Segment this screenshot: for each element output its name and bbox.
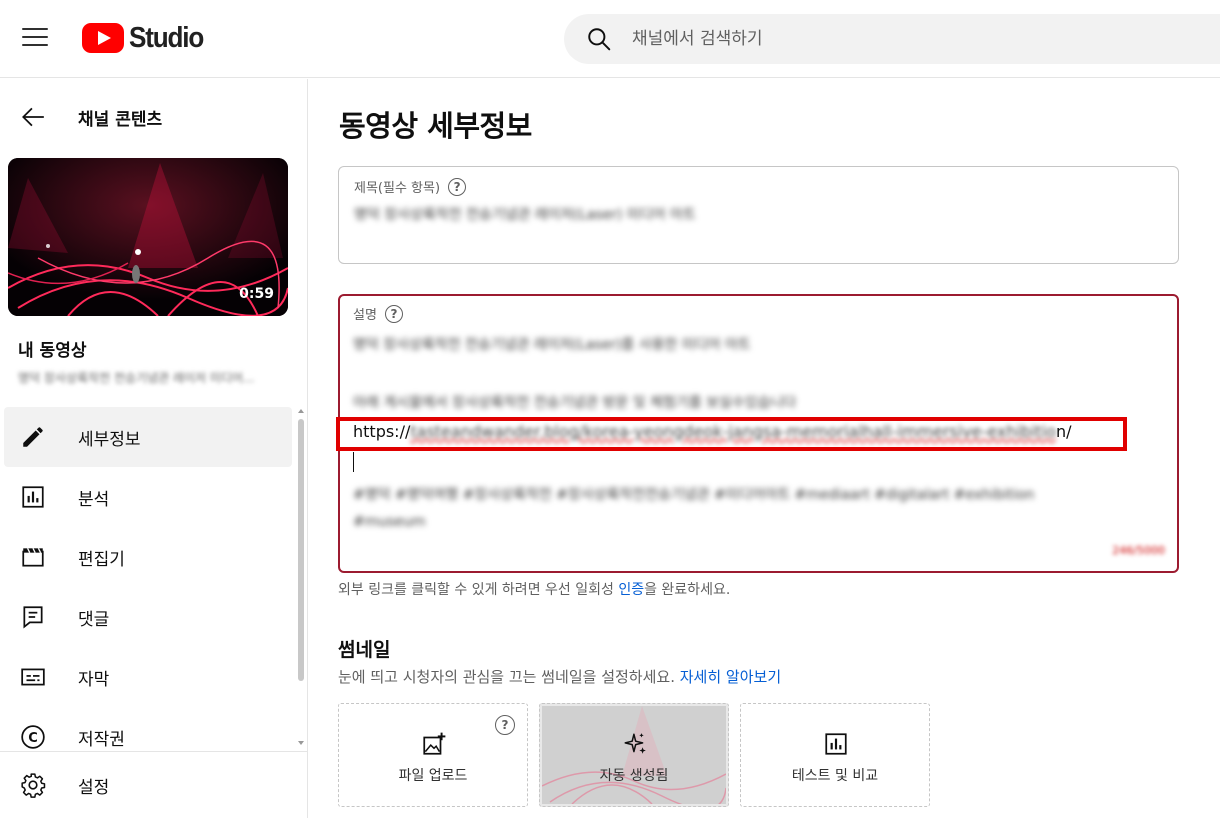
pencil-icon [20, 424, 46, 450]
description-line: 명덕 장사상륙작전 전승기념관 레이저(Laser)를 사용한 미디어 아트 [353, 337, 751, 353]
video-title-preview: 명덕 장사상륙작전 전승기념관 레이저 미디어... [18, 371, 255, 385]
description-hashtags: #명덕 #명덕여행 #장사상륙작전 #장사상륙작전전승기념관 #미디어아트 #m… [353, 487, 1035, 503]
comment-icon [20, 604, 46, 630]
scroll-up-icon[interactable] [298, 409, 304, 413]
sidebar-item-label: 세부정보 [78, 429, 141, 450]
sidebar-item-label: 자막 [78, 669, 110, 690]
sidebar-scrollbar[interactable] [297, 407, 305, 749]
back-to-channel-content[interactable]: 채널 콘텐츠 [0, 97, 300, 137]
scroll-down-icon[interactable] [298, 741, 304, 745]
learn-more-link[interactable]: 자세히 알아보기 [680, 668, 781, 686]
copyright-icon: C [20, 724, 46, 750]
sidebar-item-subtitles[interactable]: 자막 [0, 647, 296, 707]
sidebar-item-details[interactable]: 세부정보 [4, 407, 292, 467]
sidebar-item-label: 분석 [78, 489, 110, 510]
tile-label: 테스트 및 비교 [791, 768, 879, 784]
svg-text:C: C [28, 731, 38, 746]
upload-file-tile[interactable]: 파일 업로드 ? [338, 703, 528, 807]
search-icon[interactable] [586, 26, 612, 52]
image-add-icon [423, 732, 446, 755]
gear-icon [20, 772, 46, 798]
youtube-play-icon [82, 23, 124, 53]
sidebar-item-analytics[interactable]: 분석 [0, 467, 296, 527]
description-hashtags: #museum [353, 514, 426, 530]
back-label: 채널 콘텐츠 [78, 109, 163, 130]
sidebar-item-label: 편집기 [78, 549, 125, 570]
sidebar-nav: 세부정보 분석 편집기 댓글 자막 C 저작권 [0, 407, 296, 767]
description-field[interactable]: 설명 ? 명덕 장사상륙작전 전승기념관 레이저(Laser)를 사용한 미디어… [338, 294, 1179, 573]
scrollbar-thumb[interactable] [298, 419, 304, 681]
thumbnail-description: 눈에 띄고 시청자의 관심을 끄는 썸네일을 설정하세요. 자세히 알아보기 [338, 668, 782, 686]
help-icon[interactable]: ? [384, 304, 403, 323]
page-title: 동영상 세부정보 [339, 109, 532, 143]
search-input[interactable] [632, 29, 1132, 49]
help-icon[interactable]: ? [495, 715, 515, 735]
video-duration: 0:59 [239, 286, 274, 302]
subtitles-icon [20, 664, 46, 690]
analytics-icon [20, 484, 46, 510]
description-field-label: 설명 ? [353, 304, 403, 323]
sidebar-item-label: 댓글 [78, 609, 110, 630]
character-counter: 246/5000 [1112, 544, 1165, 557]
help-icon[interactable]: ? [448, 177, 467, 196]
arrow-back-icon[interactable] [20, 104, 46, 130]
sidebar-item-comments[interactable]: 댓글 [0, 587, 296, 647]
auto-generated-tile[interactable]: 자동 생성됨 [539, 703, 729, 807]
title-field[interactable]: 제목(필수 항목) ? 명덕 장사상륙작전 전승기념관 레이저(Laser) 미… [338, 166, 1179, 264]
clapperboard-icon [20, 544, 46, 570]
sidebar: 채널 콘텐츠 0:59 내 동영상 명덕 장사상륙작전 전승기념관 레이저 미디… [0, 79, 308, 818]
text-caret [353, 452, 354, 472]
sidebar-item-label: 저작권 [78, 729, 125, 750]
tile-label: 파일 업로드 [398, 768, 468, 784]
video-thumbnail[interactable]: 0:59 [8, 158, 288, 316]
sparkle-icon [624, 733, 646, 754]
main-content: 동영상 세부정보 제목(필수 항목) ? 명덕 장사상륙작전 전승기념관 레이저… [309, 79, 1220, 818]
settings-label: 설정 [78, 777, 110, 798]
description-line: 아래 게시물에서 장사상륙작전 전승기념관 방문 및 체험기를 보실수있습니다 [353, 395, 797, 411]
tile-label: 자동 생성됨 [599, 768, 669, 784]
sidebar-item-settings[interactable]: 설정 [0, 751, 308, 818]
menu-icon[interactable] [22, 28, 48, 48]
thumbnail-heading: 썸네일 [338, 639, 391, 661]
studio-logo[interactable]: Studio [82, 20, 211, 56]
search-bar[interactable] [564, 14, 1220, 64]
analytics-icon [825, 733, 847, 755]
my-video-heading: 내 동영상 [18, 341, 87, 361]
title-input-value[interactable]: 명덕 장사상륙작전 전승기념관 레이저(Laser) 미디어 아트 [354, 204, 696, 224]
verify-link[interactable]: 인증 [618, 582, 644, 598]
title-field-label: 제목(필수 항목) ? [354, 177, 467, 196]
description-url: https:// tasteandwander.blog/korea-yeong… [353, 422, 1072, 441]
test-and-compare-tile[interactable]: 테스트 및 비교 [740, 703, 930, 807]
sidebar-item-editor[interactable]: 편집기 [0, 527, 296, 587]
top-header: Studio [0, 0, 1220, 78]
logo-text: Studio [129, 21, 204, 54]
external-link-note: 외부 링크를 클릭할 수 있게 하려면 우선 일회성 인증을 완료하세요. [338, 582, 731, 598]
